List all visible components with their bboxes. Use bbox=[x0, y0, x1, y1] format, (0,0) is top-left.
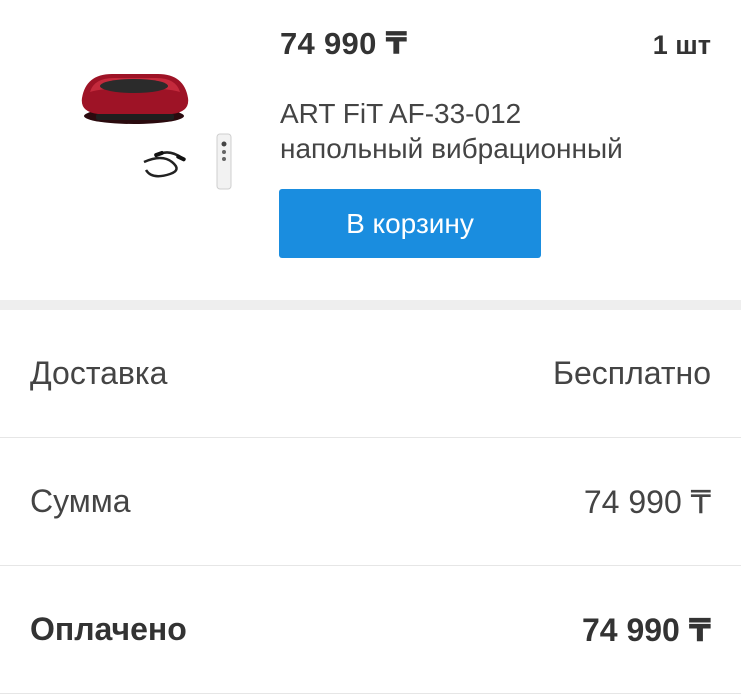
product-title[interactable]: ART FiT AF-33-012 напольный вибрационный bbox=[280, 96, 700, 166]
product-title-line2: напольный вибрационный bbox=[280, 133, 623, 164]
platform-feet bbox=[96, 114, 174, 120]
product-card: 74 990 ₸ 1 шт ART FiT AF-33-012 напольны… bbox=[0, 0, 741, 300]
section-divider bbox=[0, 300, 741, 310]
remote-button bbox=[222, 157, 226, 161]
delivery-value: Бесплатно bbox=[552, 355, 711, 391]
remote-button bbox=[221, 141, 227, 147]
paid-label: Оплачено bbox=[30, 611, 187, 647]
delivery-row: Доставка Бесплатно bbox=[0, 310, 741, 438]
add-to-cart-button[interactable]: В корзину bbox=[279, 189, 541, 258]
resistance-bands bbox=[143, 151, 183, 178]
paid-value: 74 990 ₸ bbox=[581, 611, 711, 648]
sum-label: Сумма bbox=[30, 483, 131, 519]
platform-top bbox=[100, 79, 168, 93]
product-title-line1: ART FiT AF-33-012 bbox=[280, 98, 522, 129]
sum-value: 74 990 ₸ bbox=[583, 483, 711, 520]
product-image[interactable] bbox=[72, 62, 242, 194]
band-handle-left bbox=[154, 150, 164, 158]
delivery-label: Доставка bbox=[30, 355, 168, 391]
sum-row: Сумма 74 990 ₸ bbox=[0, 438, 741, 566]
product-price: 74 990 ₸ bbox=[280, 26, 408, 61]
remote-button bbox=[222, 150, 226, 154]
band-handle-right bbox=[176, 154, 186, 162]
paid-row: Оплачено 74 990 ₸ bbox=[0, 566, 741, 694]
product-quantity: 1 шт bbox=[652, 30, 711, 60]
